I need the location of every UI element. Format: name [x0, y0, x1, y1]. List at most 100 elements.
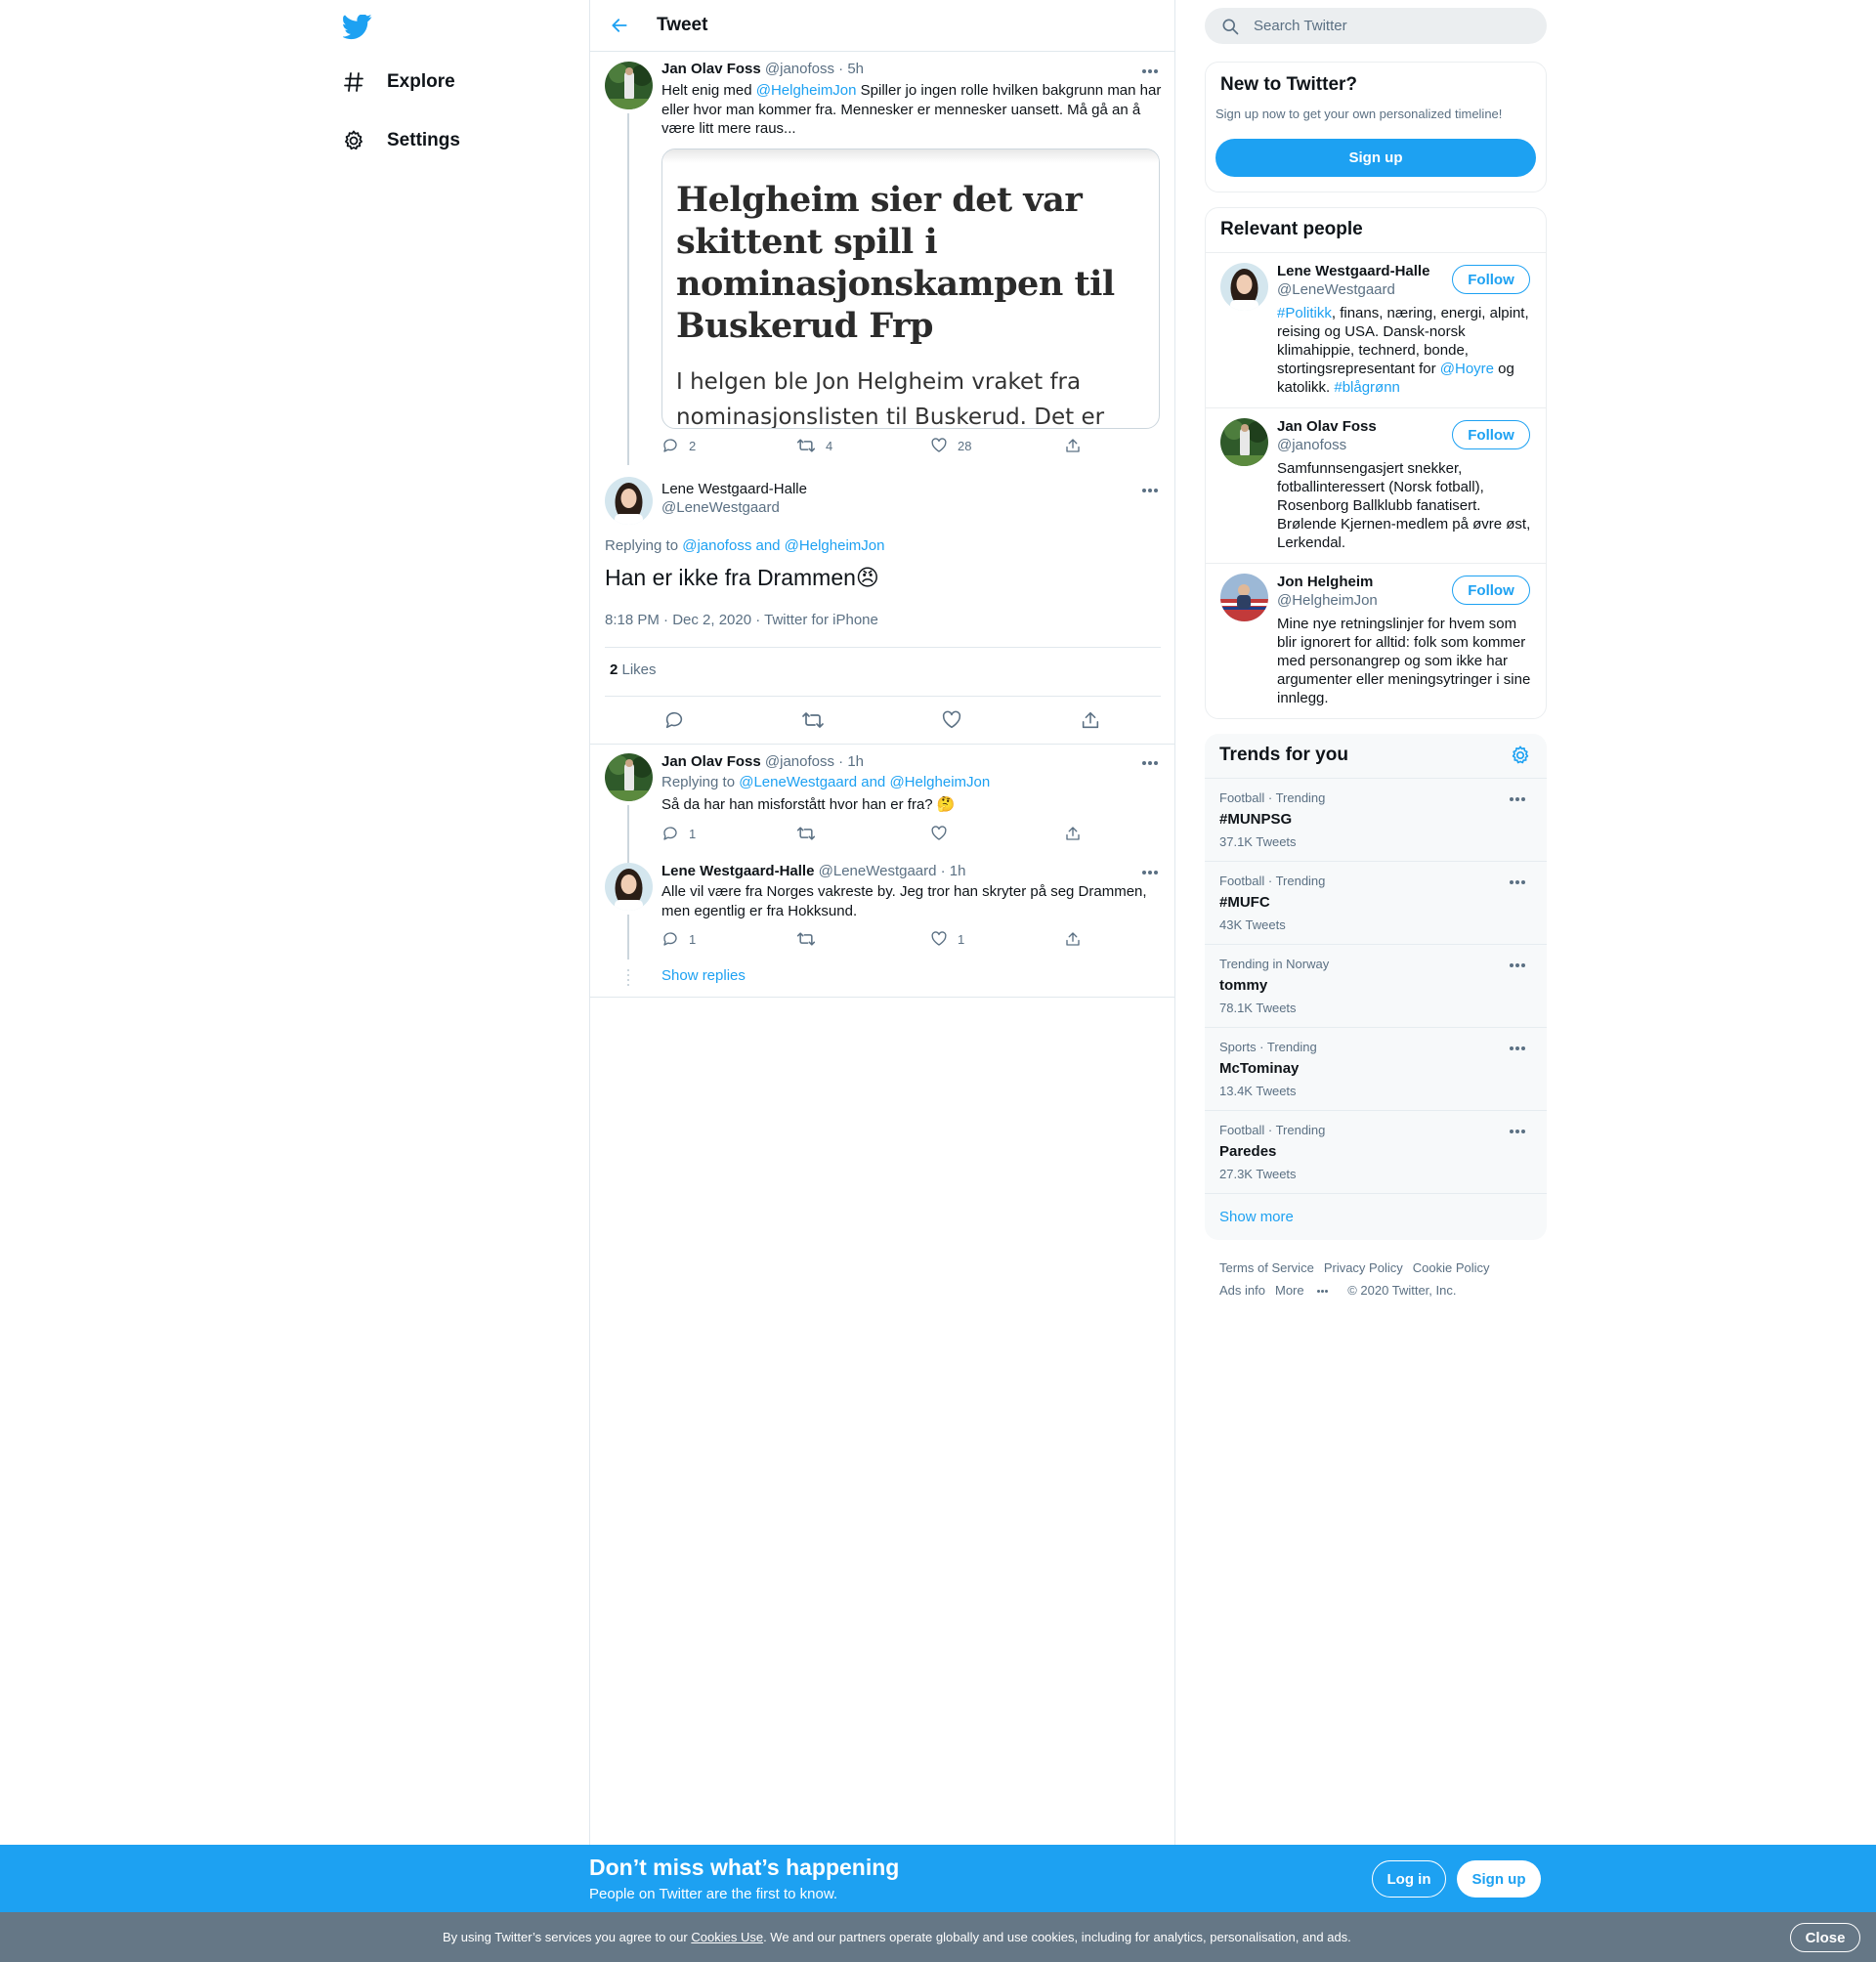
person-name[interactable]: Jon Helgheim [1277, 574, 1373, 590]
author-name[interactable]: Lene Westgaard-Halle [661, 863, 814, 879]
heart-icon[interactable] [932, 707, 971, 733]
reply-button[interactable]: 1 [661, 930, 696, 948]
replying-to: Replying to @janofoss and @HelgheimJon [605, 537, 884, 554]
twitter-bird-icon[interactable] [338, 8, 377, 47]
search-input[interactable] [1254, 18, 1527, 34]
person-card[interactable]: Jon Helgheim @HelgheimJon Follow Mine ny… [1206, 563, 1546, 718]
more-options-icon[interactable] [1135, 480, 1165, 501]
retweet-button[interactable] [796, 825, 816, 842]
trend-item[interactable]: Football · Trending Paredes 27.3K Tweets [1205, 1110, 1547, 1193]
nav-explore[interactable]: Explore [340, 61, 455, 104]
retweet-icon[interactable] [793, 707, 832, 733]
replying-to-links[interactable]: @janofoss and @HelgheimJon [682, 537, 884, 554]
more-options-icon[interactable] [1503, 1121, 1532, 1142]
thread-line [627, 805, 629, 864]
avatar-janofoss[interactable] [605, 62, 653, 109]
share-button[interactable] [1064, 825, 1082, 842]
tweet-actions: 1 [661, 825, 1082, 846]
sign-up-button[interactable]: Sign up [1215, 139, 1536, 177]
footer-link[interactable]: Terms of Service [1219, 1257, 1314, 1279]
trend-item[interactable]: Trending in Norway tommy 78.1K Tweets [1205, 944, 1547, 1027]
follow-button[interactable]: Follow [1452, 265, 1530, 294]
likes-summary[interactable]: 2 Likes [610, 661, 657, 678]
person-name[interactable]: Jan Olav Foss [1277, 418, 1377, 435]
thread-line [627, 113, 629, 465]
follow-button[interactable]: Follow [1452, 420, 1530, 449]
hashtag-link[interactable]: #blågrønn [1334, 379, 1400, 396]
panel-title: New to Twitter? [1220, 74, 1358, 95]
more-options-icon[interactable] [1135, 862, 1165, 883]
follow-button[interactable]: Follow [1452, 576, 1530, 605]
author-name[interactable]: Jan Olav Foss [661, 61, 761, 77]
person-name[interactable]: Lene Westgaard-Halle [1277, 263, 1429, 279]
sign-up-button[interactable]: Sign up [1457, 1860, 1541, 1898]
tweet-timestamp[interactable]: 8:18 PM · Dec 2, 2020 · Twitter for iPho… [605, 612, 878, 628]
nav-settings-label: Settings [387, 130, 460, 150]
page-title: Tweet [657, 15, 708, 35]
trend-name: #MUFC [1219, 894, 1270, 911]
trend-item[interactable]: Football · Trending #MUFC 43K Tweets [1205, 861, 1547, 944]
retweet-button[interactable]: 4 [796, 437, 832, 454]
footer-link[interactable]: Privacy Policy [1324, 1257, 1403, 1279]
person-card[interactable]: Lene Westgaard-Halle @LeneWestgaard Foll… [1206, 252, 1546, 407]
footer-link[interactable]: Ads info [1219, 1279, 1265, 1301]
more-options-icon[interactable] [1503, 789, 1532, 810]
like-button[interactable]: 1 [930, 930, 964, 948]
tweet-thread-column: Tweet Jan Olav Foss @janofoss · 5h Helt … [589, 0, 1175, 1845]
author-name[interactable]: Jan Olav Foss [661, 753, 761, 770]
tweet-actions: 2 4 28 [661, 437, 1082, 458]
more-options-icon[interactable] [1503, 1038, 1532, 1059]
avatar-lenewestgaard[interactable] [605, 477, 653, 525]
footer-link[interactable]: Cookie Policy [1413, 1257, 1490, 1279]
author-name[interactable]: Lene Westgaard-Halle [661, 481, 807, 497]
more-options-icon[interactable] [1503, 872, 1532, 893]
replying-to-links[interactable]: @LeneWestgaard and @HelgheimJon [739, 774, 990, 790]
share-button[interactable] [1064, 437, 1082, 454]
log-in-button[interactable]: Log in [1372, 1860, 1446, 1898]
divider [605, 647, 1161, 648]
nav-settings[interactable]: Settings [340, 119, 460, 162]
avatar-lenewestgaard[interactable] [605, 863, 653, 911]
mention-link[interactable]: @HelgheimJon [756, 82, 857, 99]
heart-icon [930, 825, 948, 842]
page-header: Tweet [590, 0, 1174, 52]
avatar-janofoss[interactable] [1220, 418, 1268, 466]
avatar-helgheimjon[interactable] [1220, 574, 1268, 621]
card-headline: Helgheim sier det var skittent spill i n… [676, 180, 1115, 346]
gear-icon[interactable] [1510, 745, 1533, 768]
mention-link[interactable]: @Hoyre [1440, 361, 1494, 377]
avatar-janofoss[interactable] [605, 753, 653, 801]
reply-icon[interactable] [655, 707, 694, 733]
person-card[interactable]: Jan Olav Foss @janofoss Follow Samfunnse… [1206, 407, 1546, 563]
more-options-icon[interactable] [1503, 955, 1532, 976]
show-more-link[interactable]: Show more [1219, 1209, 1294, 1225]
show-replies-link[interactable]: Show replies [661, 967, 746, 984]
search-bar[interactable] [1205, 8, 1547, 44]
cookies-use-link[interactable]: Cookies Use [691, 1930, 763, 1944]
avatar-lenewestgaard[interactable] [1220, 263, 1268, 311]
link-preview-card[interactable]: Helgheim sier det var skittent spill i n… [661, 149, 1160, 429]
author-meta: @janofoss · 1h [764, 753, 865, 770]
more-options-icon[interactable] [1135, 752, 1165, 774]
more-options-icon[interactable] [1135, 61, 1165, 82]
back-arrow-icon[interactable] [602, 8, 637, 43]
trend-item[interactable]: Sports · Trending McTominay 13.4K Tweets [1205, 1027, 1547, 1110]
footer-more[interactable]: More [1275, 1279, 1338, 1301]
like-button[interactable] [930, 825, 948, 842]
trends-panel: Trends for you Football · Trending #MUNP… [1205, 734, 1547, 1240]
signup-banner: Don’t miss what’s happening People on Tw… [0, 1845, 1876, 1912]
like-button[interactable]: 28 [930, 437, 971, 454]
trend-item[interactable]: Football · Trending #MUNPSG 37.1K Tweets [1205, 778, 1547, 861]
close-button[interactable]: Close [1790, 1923, 1860, 1952]
footer-links: Terms of Service Privacy Policy Cookie Pol… [1219, 1257, 1542, 1301]
reply-button[interactable]: 2 [661, 437, 696, 454]
share-button[interactable] [1064, 930, 1082, 948]
retweet-button[interactable] [796, 930, 816, 948]
reply-button[interactable]: 1 [661, 825, 696, 842]
panel-subtitle: Sign up now to get your own personalized… [1215, 107, 1503, 121]
show-more-row: Show more [1205, 1193, 1547, 1240]
new-to-twitter-panel: New to Twitter? Sign up now to get your … [1205, 62, 1547, 192]
hashtag-link[interactable]: #Politikk [1277, 305, 1332, 321]
gear-icon [340, 127, 367, 154]
share-icon[interactable] [1071, 707, 1110, 733]
